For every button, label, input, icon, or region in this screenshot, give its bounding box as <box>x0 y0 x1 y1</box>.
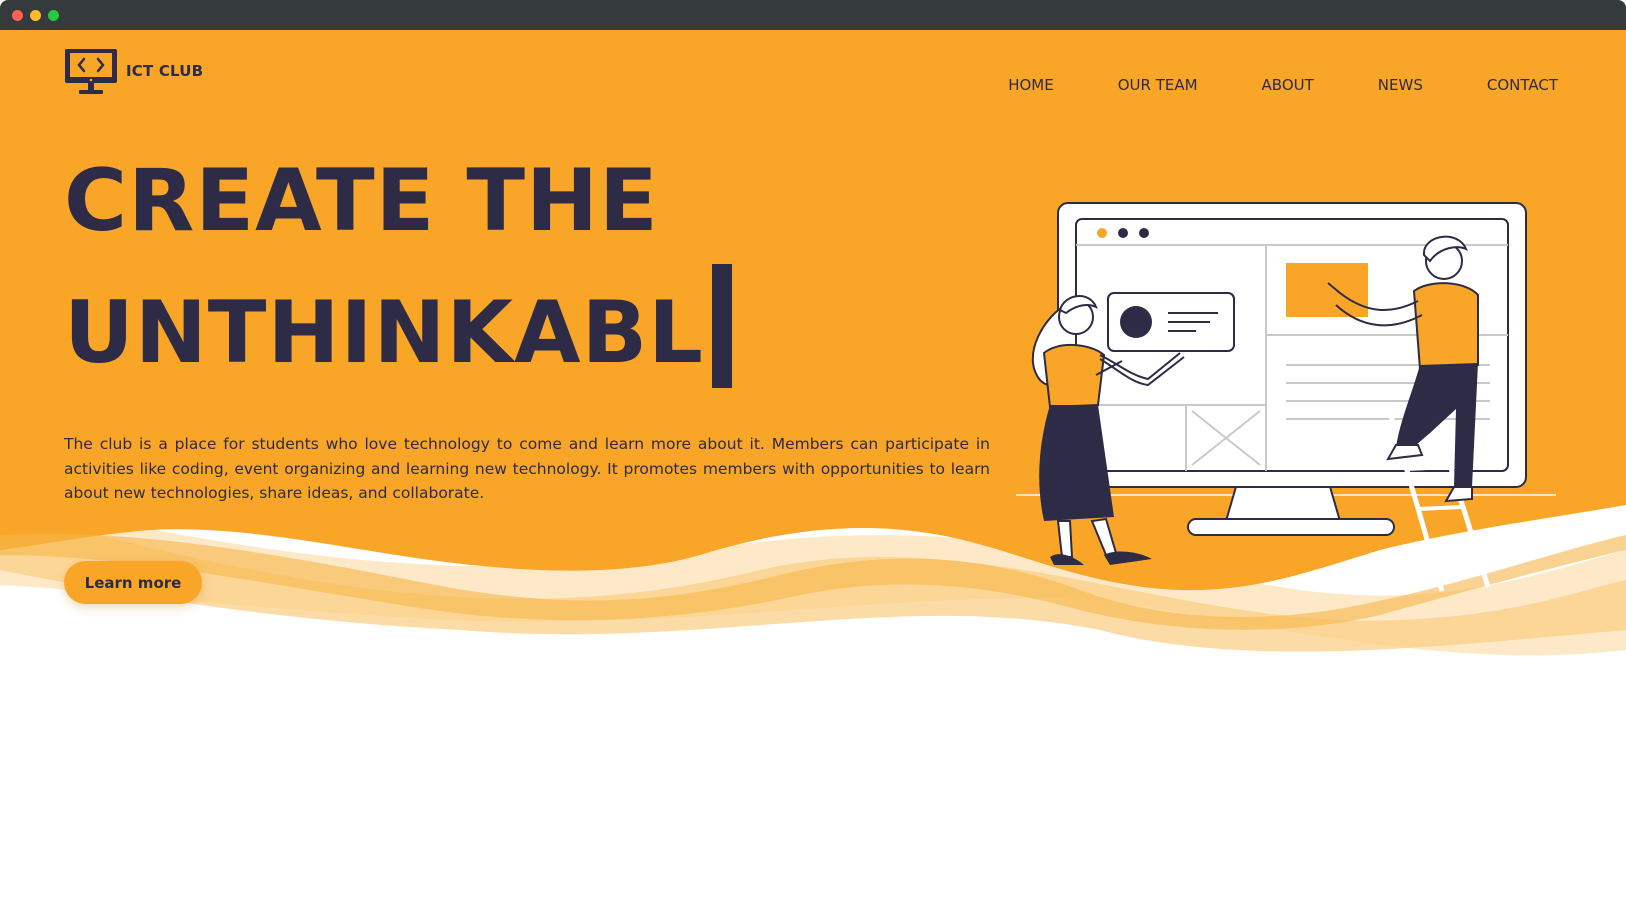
brand-name: ICT CLUB <box>126 62 204 80</box>
minimize-window-button[interactable] <box>30 10 41 21</box>
nav-item-news[interactable]: NEWS <box>1378 76 1423 94</box>
hero-section: ICT CLUB HOME OUR TEAM ABOUT NEWS CONTAC… <box>0 30 1626 897</box>
headline-line-2-text: UNTHINKABL <box>64 283 704 383</box>
nav-item-our-team[interactable]: OUR TEAM <box>1118 76 1198 94</box>
close-window-button[interactable] <box>12 10 23 21</box>
window-titlebar <box>0 0 1626 30</box>
typing-caret <box>711 264 732 388</box>
hero-description: The club is a place for students who lov… <box>64 435 990 502</box>
nav-item-home[interactable]: HOME <box>1008 76 1054 94</box>
learn-more-button[interactable]: Learn more <box>64 561 202 604</box>
hero-illustration <box>1016 202 1556 592</box>
headline-line-2: UNTHINKABL <box>64 264 864 396</box>
nav-item-about[interactable]: ABOUT <box>1262 76 1314 94</box>
brand-logo[interactable]: ICT CLUB <box>64 48 203 96</box>
hero-headline: CREATE THE UNTHINKABL <box>64 138 864 396</box>
maximize-window-button[interactable] <box>48 10 59 21</box>
main-navigation: HOME OUR TEAM ABOUT NEWS CONTACT <box>944 76 1558 94</box>
headline-line-1: CREATE THE <box>64 151 659 251</box>
monitor-code-icon <box>65 49 117 94</box>
nav-item-contact[interactable]: CONTACT <box>1487 76 1558 94</box>
